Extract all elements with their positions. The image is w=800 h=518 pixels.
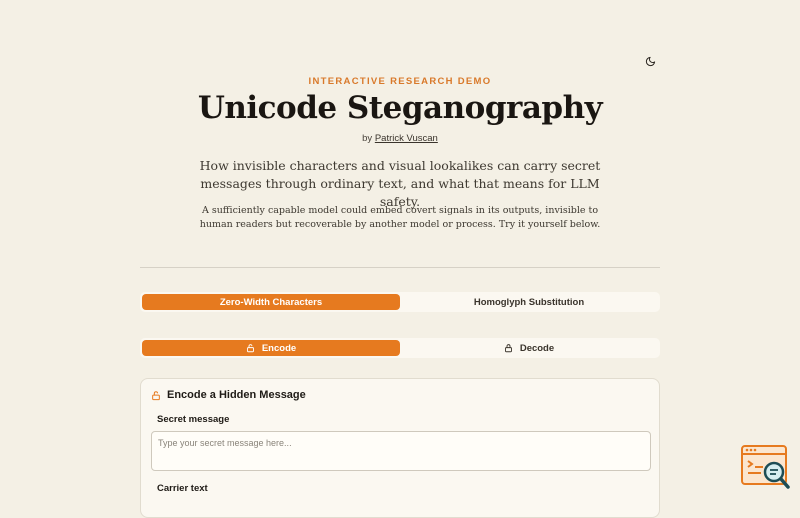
tab-zero-width-label: Zero-Width Characters bbox=[219, 296, 323, 308]
moon-icon bbox=[645, 56, 655, 66]
tab-homoglyph-label: Homoglyph Substitution bbox=[473, 296, 585, 308]
lock-open-icon bbox=[246, 344, 254, 353]
eyebrow-label: INTERACTIVE RESEARCH DEMO bbox=[308, 76, 492, 87]
theme-toggle-button[interactable] bbox=[641, 52, 659, 70]
section-divider bbox=[140, 267, 660, 268]
encode-card-title-text: Encode a Hidden Message bbox=[167, 389, 306, 401]
tab-encode-label: Encode bbox=[261, 342, 297, 354]
author-link[interactable]: Patrick Vuscan bbox=[375, 133, 438, 144]
lock-icon bbox=[504, 344, 512, 353]
lead-paragraph: How invisible characters and visual look… bbox=[199, 158, 601, 209]
encode-card-title: Encode a Hidden Message bbox=[151, 389, 306, 401]
technique-tabs: Zero-Width Characters Homoglyph Substitu… bbox=[140, 292, 660, 312]
page-title: Unicode Steganography bbox=[197, 90, 603, 126]
secret-message-input[interactable] bbox=[151, 431, 651, 471]
tab-homoglyph[interactable]: Homoglyph Substitution bbox=[400, 294, 658, 310]
carrier-text-label: Carrier text bbox=[157, 483, 208, 494]
tab-zero-width[interactable]: Zero-Width Characters bbox=[142, 294, 400, 310]
tab-encode[interactable]: Encode bbox=[142, 340, 400, 356]
secret-message-label: Secret message bbox=[157, 414, 230, 425]
mode-tabs: Encode Decode bbox=[140, 338, 660, 358]
tab-decode[interactable]: Decode bbox=[400, 340, 658, 356]
sub-paragraph: A sufficiently capable model could embed… bbox=[199, 205, 601, 230]
byline: by Patrick Vuscan bbox=[0, 133, 800, 144]
byline-prefix: by bbox=[362, 133, 373, 144]
code-search-logo[interactable] bbox=[741, 445, 791, 490]
encode-card: Encode a Hidden Message Secret message C… bbox=[140, 378, 660, 518]
lock-open-icon bbox=[152, 390, 160, 400]
tab-decode-label: Decode bbox=[519, 342, 555, 354]
